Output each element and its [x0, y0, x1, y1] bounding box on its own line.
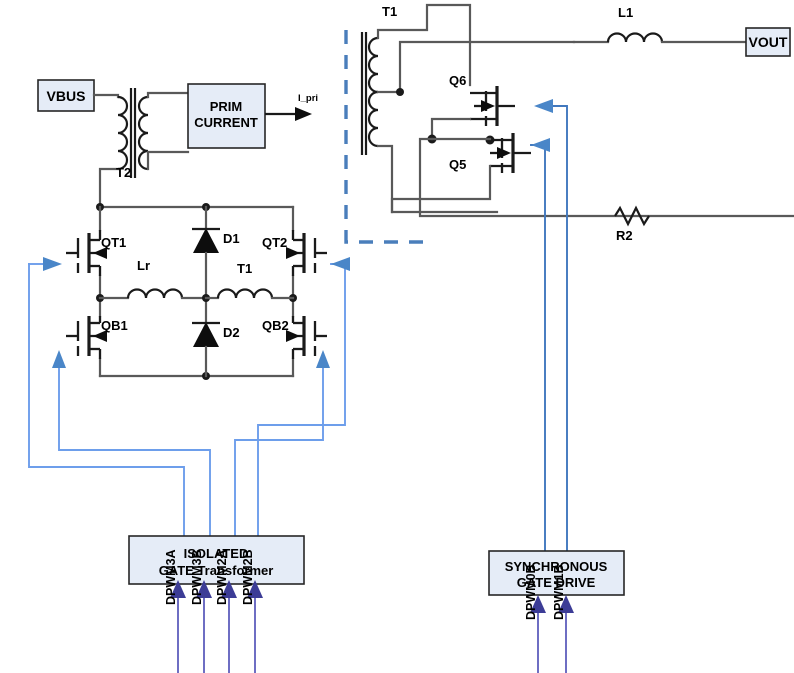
qb1-label: QB1 [101, 318, 128, 333]
vbus-label: VBUS [47, 88, 86, 104]
wire-vbus-to-t2 [92, 93, 120, 99]
wire-t1sec-centertap [376, 40, 576, 94]
signal-qb1-gate [58, 367, 211, 537]
signal-qt1-gate [28, 263, 185, 537]
d1-label: D1 [223, 231, 240, 246]
mosfet-q6 [470, 86, 515, 126]
r2-label: R2 [616, 228, 633, 243]
wire-t2-sec-top [146, 91, 190, 99]
signal-q6-gate [552, 105, 568, 552]
signal-q5-arrowhead[interactable] [531, 138, 550, 152]
qb2-label: QB2 [262, 318, 289, 333]
t2-label: T2 [116, 165, 131, 180]
i-pri-label: I_pri [298, 93, 318, 104]
d2-label: D2 [223, 325, 240, 340]
t1-sec-upper-winding [367, 36, 379, 94]
t2-secondary-winding [137, 95, 149, 171]
prim-current-line2: CURRENT [194, 115, 258, 130]
t1-sec-lower-winding [367, 90, 379, 148]
lr-label: Lr [137, 258, 150, 273]
vout-label: VOUT [749, 34, 788, 50]
lr-coil [126, 288, 184, 299]
circuit-diagram: VBUS T2 PRIM CURRENT I_pri QT1 QB1 QT2 Q… [28, 3, 794, 673]
wire-t1sec-bottom [376, 144, 499, 214]
t1-primary-label: T1 [237, 261, 252, 276]
d1-body [193, 228, 219, 253]
signal-qt2-arrowhead[interactable] [331, 257, 350, 271]
wire-return-rail [418, 137, 794, 218]
wire-t2-sec-bottom [146, 150, 190, 171]
isolation-boundary [344, 30, 430, 244]
schematic-canvas: VBUS T2 PRIM CURRENT I_pri QT1 QB1 QT2 Q… [0, 0, 794, 673]
t1-secondary-label: T1 [382, 4, 397, 19]
l1-label: L1 [618, 5, 633, 20]
signal-qt2-gate [257, 263, 346, 537]
t1-primary-coil [216, 288, 274, 299]
signal-qt1-arrowhead[interactable] [43, 257, 62, 271]
d2-body [193, 322, 219, 347]
node-t1-center-tap [396, 88, 404, 96]
dpwm1b-label: DPWM1B [552, 564, 566, 620]
i-pri-arrowhead [295, 107, 312, 121]
dpwm0b-label: DPWM0B [524, 564, 538, 620]
l1-coil [606, 32, 664, 43]
mosfet-qt2 [286, 230, 327, 276]
qt1-label: QT1 [101, 235, 126, 250]
dpwm2a-label: DPWM2A [215, 549, 229, 605]
mosfet-qb2 [286, 316, 327, 359]
signal-q6-arrowhead[interactable] [534, 99, 553, 113]
qt2-label: QT2 [262, 235, 287, 250]
q5-label: Q5 [449, 157, 466, 172]
dpwm3b-label: DPWM3B [190, 549, 204, 605]
wire-q6-source [430, 117, 472, 141]
signal-q5-gate [530, 144, 546, 552]
wire-q5-source [390, 164, 492, 214]
mosfet-q5 [490, 133, 531, 173]
signal-qb2-arrowhead[interactable] [316, 350, 330, 368]
dpwm2b-label: DPWM2B [241, 549, 255, 605]
signal-qb2-gate [234, 367, 324, 537]
q6-label: Q6 [449, 73, 466, 88]
dpwm3a-label: DPWM3A [164, 549, 178, 605]
prim-current-line1: PRIM [210, 99, 243, 114]
signal-qb1-arrowhead[interactable] [52, 350, 66, 368]
t2-primary-winding [117, 95, 129, 171]
